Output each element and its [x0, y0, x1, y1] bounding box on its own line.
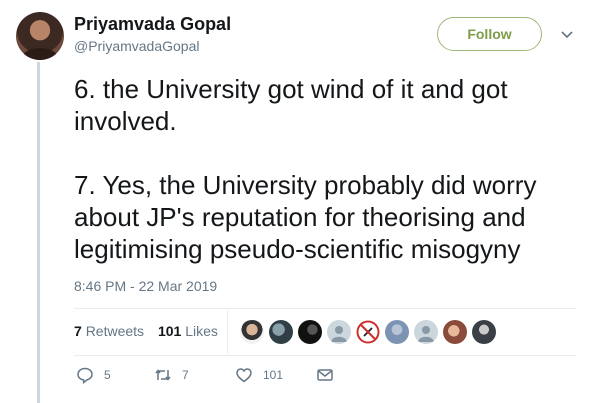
tweet-timestamp[interactable]: 8:46 PM - 22 Mar 2019 [74, 278, 217, 294]
author-avatar[interactable] [16, 12, 64, 60]
liker-avatar[interactable] [327, 320, 351, 344]
reply-icon [77, 367, 93, 384]
divider [74, 308, 576, 309]
reply-count: 5 [104, 368, 111, 382]
like-count: 101 [263, 368, 284, 382]
liker-avatar[interactable] [414, 320, 438, 344]
reply-button[interactable]: 5 [76, 366, 111, 384]
divider [74, 355, 576, 356]
thread-line [37, 62, 40, 403]
liker-avatar[interactable] [385, 320, 409, 344]
engagement-stats: 7 Retweets 101 Likes [74, 323, 218, 339]
liker-avatar[interactable] [269, 320, 293, 344]
retweet-count: 7 [182, 368, 189, 382]
author-name[interactable]: Priyamvada Gopal [74, 13, 231, 35]
likes-stat[interactable]: 101 Likes [158, 323, 218, 339]
tweet-text: 6. the University got wind of it and got… [74, 74, 537, 264]
retweets-stat[interactable]: 7 Retweets [74, 323, 144, 339]
follow-button[interactable]: Follow [437, 17, 542, 51]
message-icon [317, 369, 333, 381]
liker-avatar[interactable] [356, 320, 380, 344]
like-button[interactable]: 101 [235, 366, 283, 384]
direct-message-button[interactable] [316, 366, 334, 384]
liker-avatar[interactable] [472, 320, 496, 344]
retweet-button[interactable]: 7 [154, 366, 189, 384]
stats-separator [227, 310, 228, 354]
liker-avatar[interactable] [443, 320, 467, 344]
liker-avatar[interactable] [240, 320, 264, 344]
like-icon [236, 368, 252, 383]
chevron-down-icon[interactable] [560, 27, 574, 41]
retweet-icon [155, 369, 171, 381]
liker-avatar[interactable] [298, 320, 322, 344]
author-handle[interactable]: @PriyamvadaGopal [74, 37, 200, 55]
